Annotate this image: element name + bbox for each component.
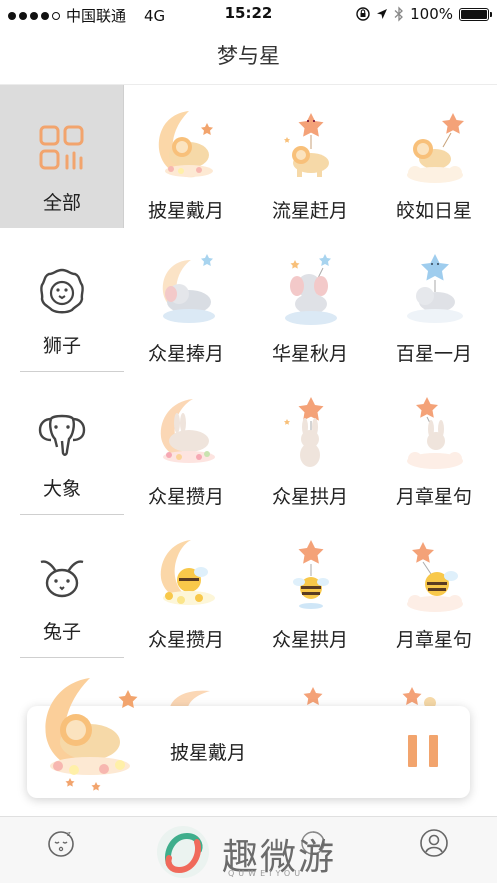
story-card[interactable]: 流星赶月 <box>248 85 372 228</box>
category-elephant[interactable]: 大象 <box>0 371 124 514</box>
story-card[interactable]: 众星拱月 <box>248 371 372 514</box>
elephant-icon <box>38 414 86 456</box>
story-title: 众星拱月 <box>271 629 348 651</box>
pause-button[interactable] <box>408 735 438 767</box>
cloud-rabbit-art <box>407 397 463 469</box>
story-title: 华星秋月 <box>271 343 348 365</box>
story-card[interactable]: 皎如日星 <box>372 85 496 228</box>
category-label: 大象 <box>42 478 81 500</box>
cloud-elephant-art <box>407 254 463 323</box>
category-rabbit[interactable]: 兔子 <box>0 514 124 657</box>
story-title: 众星拱月 <box>271 486 348 508</box>
now-playing-title: 披星戴月 <box>170 742 247 764</box>
story-title: 流星赶月 <box>271 200 348 222</box>
moon-bee-art <box>160 540 215 605</box>
cloud-bee-art <box>407 542 463 612</box>
star-art-partial <box>303 687 323 705</box>
status-right: 100% <box>356 5 492 23</box>
moon-elephant-art <box>162 254 215 323</box>
moon-rabbit-art <box>160 399 215 463</box>
story-card[interactable]: 华星秋月 <box>248 228 372 371</box>
story-title: 百星一月 <box>395 343 472 365</box>
story-title: 月章星句 <box>395 486 472 508</box>
battery-icon <box>459 7 492 21</box>
story-title: 皎如日星 <box>395 200 472 222</box>
bluetooth-icon <box>394 6 404 22</box>
story-card[interactable]: 披星戴月 <box>124 85 248 228</box>
svg-text:z: z <box>67 830 71 838</box>
battery-percent: 100% <box>410 5 453 23</box>
grid-icon <box>39 125 84 170</box>
story-title: 披星戴月 <box>147 200 224 222</box>
category-lion[interactable]: 狮子 <box>0 228 124 371</box>
story-card[interactable]: 月章星句 <box>372 514 496 657</box>
story-title: 众星攒月 <box>147 629 224 651</box>
watermark-subtext: QUWEIYOU <box>228 869 305 878</box>
star-bee-art <box>293 540 329 609</box>
category-divider <box>20 657 124 658</box>
profile-icon[interactable] <box>419 828 449 858</box>
story-card[interactable]: 众星攒月 <box>124 371 248 514</box>
category-label: 全部 <box>42 192 81 214</box>
category-all[interactable]: 全部 <box>0 85 124 228</box>
rabbit-icon <box>40 560 84 598</box>
category-label: 狮子 <box>42 335 81 357</box>
story-title: 月章星句 <box>395 629 472 651</box>
story-card[interactable]: 百星一月 <box>372 228 496 371</box>
star-rabbit-art <box>284 397 324 467</box>
star-lion-art <box>284 113 329 177</box>
category-label: 兔子 <box>42 621 81 643</box>
cloud-lion-art <box>407 113 464 183</box>
category-divider <box>20 514 124 515</box>
status-bar: 中国联通 4G 15:22 100% <box>0 0 497 30</box>
moon-lion-art <box>158 111 213 178</box>
watermark-logo <box>157 826 209 878</box>
story-card[interactable]: 众星捧月 <box>124 228 248 371</box>
star-elephant-art <box>285 254 337 325</box>
category-divider <box>20 371 124 372</box>
orientation-lock-icon <box>356 7 370 21</box>
page-title: 梦与星 <box>217 44 280 68</box>
sleep-face-icon[interactable]: z <box>47 828 77 858</box>
story-card[interactable]: 众星拱月 <box>248 514 372 657</box>
story-card[interactable]: 众星攒月 <box>124 514 248 657</box>
location-icon <box>377 9 388 19</box>
story-card[interactable]: 月章星句 <box>372 371 496 514</box>
story-title: 众星攒月 <box>147 486 224 508</box>
lion-icon <box>40 268 84 314</box>
story-title: 众星捧月 <box>147 343 224 365</box>
story-art-partial <box>170 690 210 707</box>
now-playing-art <box>45 678 138 791</box>
story-art-partial <box>402 687 436 707</box>
